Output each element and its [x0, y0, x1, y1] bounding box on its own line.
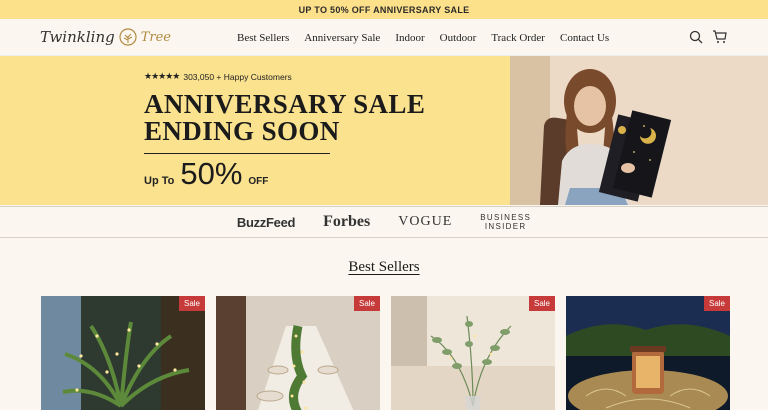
palm-lights-image	[41, 296, 205, 410]
tree-logo-icon	[119, 28, 137, 46]
sale-badge: Sale	[703, 296, 730, 311]
offer-percent: 50%	[180, 156, 243, 191]
announcement-text: UP TO 50% OFF ANNIVERSARY SALE	[298, 4, 470, 15]
lantern-image	[566, 296, 730, 410]
product-card-palm-lights[interactable]: Sale	[41, 296, 205, 410]
best-sellers-heading: Best Sellers	[0, 256, 768, 276]
best-sellers-link[interactable]: Best Sellers	[348, 259, 419, 275]
header-icons	[689, 30, 727, 44]
site-header: Twinkling Tree Best Sellers Anniversary …	[0, 19, 768, 56]
business-insider-logo: BUSINESS INSIDER	[480, 213, 531, 231]
hero-photo	[510, 56, 768, 205]
product-grid: Sale Sale Sale Sale	[41, 296, 730, 410]
table-garland-image	[216, 296, 380, 410]
bi-line-1: BUSINESS	[480, 213, 532, 222]
star-rating-icon: ★★★★★	[144, 71, 180, 81]
hero-divider	[144, 153, 330, 154]
hero-title-line-2: ENDING SOON	[144, 116, 340, 146]
nav-outdoor[interactable]: Outdoor	[440, 32, 477, 44]
sale-badge: Sale	[353, 296, 380, 311]
nav-contact-us[interactable]: Contact Us	[560, 32, 609, 44]
hero-title: ANNIVERSARY SALE ENDING SOON	[144, 91, 425, 145]
hero-banner[interactable]: ★★★★★ 303,050 + Happy Customers ANNIVERS…	[0, 56, 768, 205]
nav-track-order[interactable]: Track Order	[491, 32, 545, 44]
buzzfeed-logo: BuzzFeed	[236, 214, 296, 230]
rating-text: 303,050 + Happy Customers	[183, 71, 292, 82]
product-card-lantern[interactable]: Sale	[566, 296, 730, 410]
sale-badge: Sale	[178, 296, 205, 311]
announcement-bar: UP TO 50% OFF ANNIVERSARY SALE	[0, 0, 768, 19]
sale-badge: Sale	[528, 296, 555, 311]
forbes-logo: Forbes	[323, 213, 371, 230]
hero-offer: Up To 50% OFF	[144, 156, 268, 192]
logo[interactable]: Twinkling Tree	[40, 27, 171, 47]
search-icon[interactable]	[689, 30, 703, 44]
offer-off: OFF	[248, 176, 269, 187]
main-nav: Best Sellers Anniversary Sale Indoor Out…	[237, 19, 609, 56]
cart-icon[interactable]	[712, 30, 727, 44]
eucalyptus-lights-image	[391, 296, 555, 410]
bi-line-2: INSIDER	[484, 222, 527, 231]
hero-title-line-1: ANNIVERSARY SALE	[144, 89, 426, 119]
offer-up-to: Up To	[144, 175, 175, 187]
nav-indoor[interactable]: Indoor	[395, 32, 424, 44]
product-card-table-garland[interactable]: Sale	[216, 296, 380, 410]
nav-anniversary-sale[interactable]: Anniversary Sale	[304, 32, 380, 44]
logo-word-2: Tree	[140, 29, 171, 45]
vogue-logo: VOGUE	[398, 214, 453, 229]
press-logos-bar: BuzzFeed Forbes VOGUE BUSINESS INSIDER	[0, 206, 768, 238]
rating-summary: ★★★★★ 303,050 + Happy Customers	[144, 71, 292, 82]
logo-word-1: Twinkling	[40, 28, 115, 46]
nav-best-sellers[interactable]: Best Sellers	[237, 32, 289, 44]
woman-holding-lights-image	[510, 56, 768, 205]
product-card-eucalyptus-lights[interactable]: Sale	[391, 296, 555, 410]
